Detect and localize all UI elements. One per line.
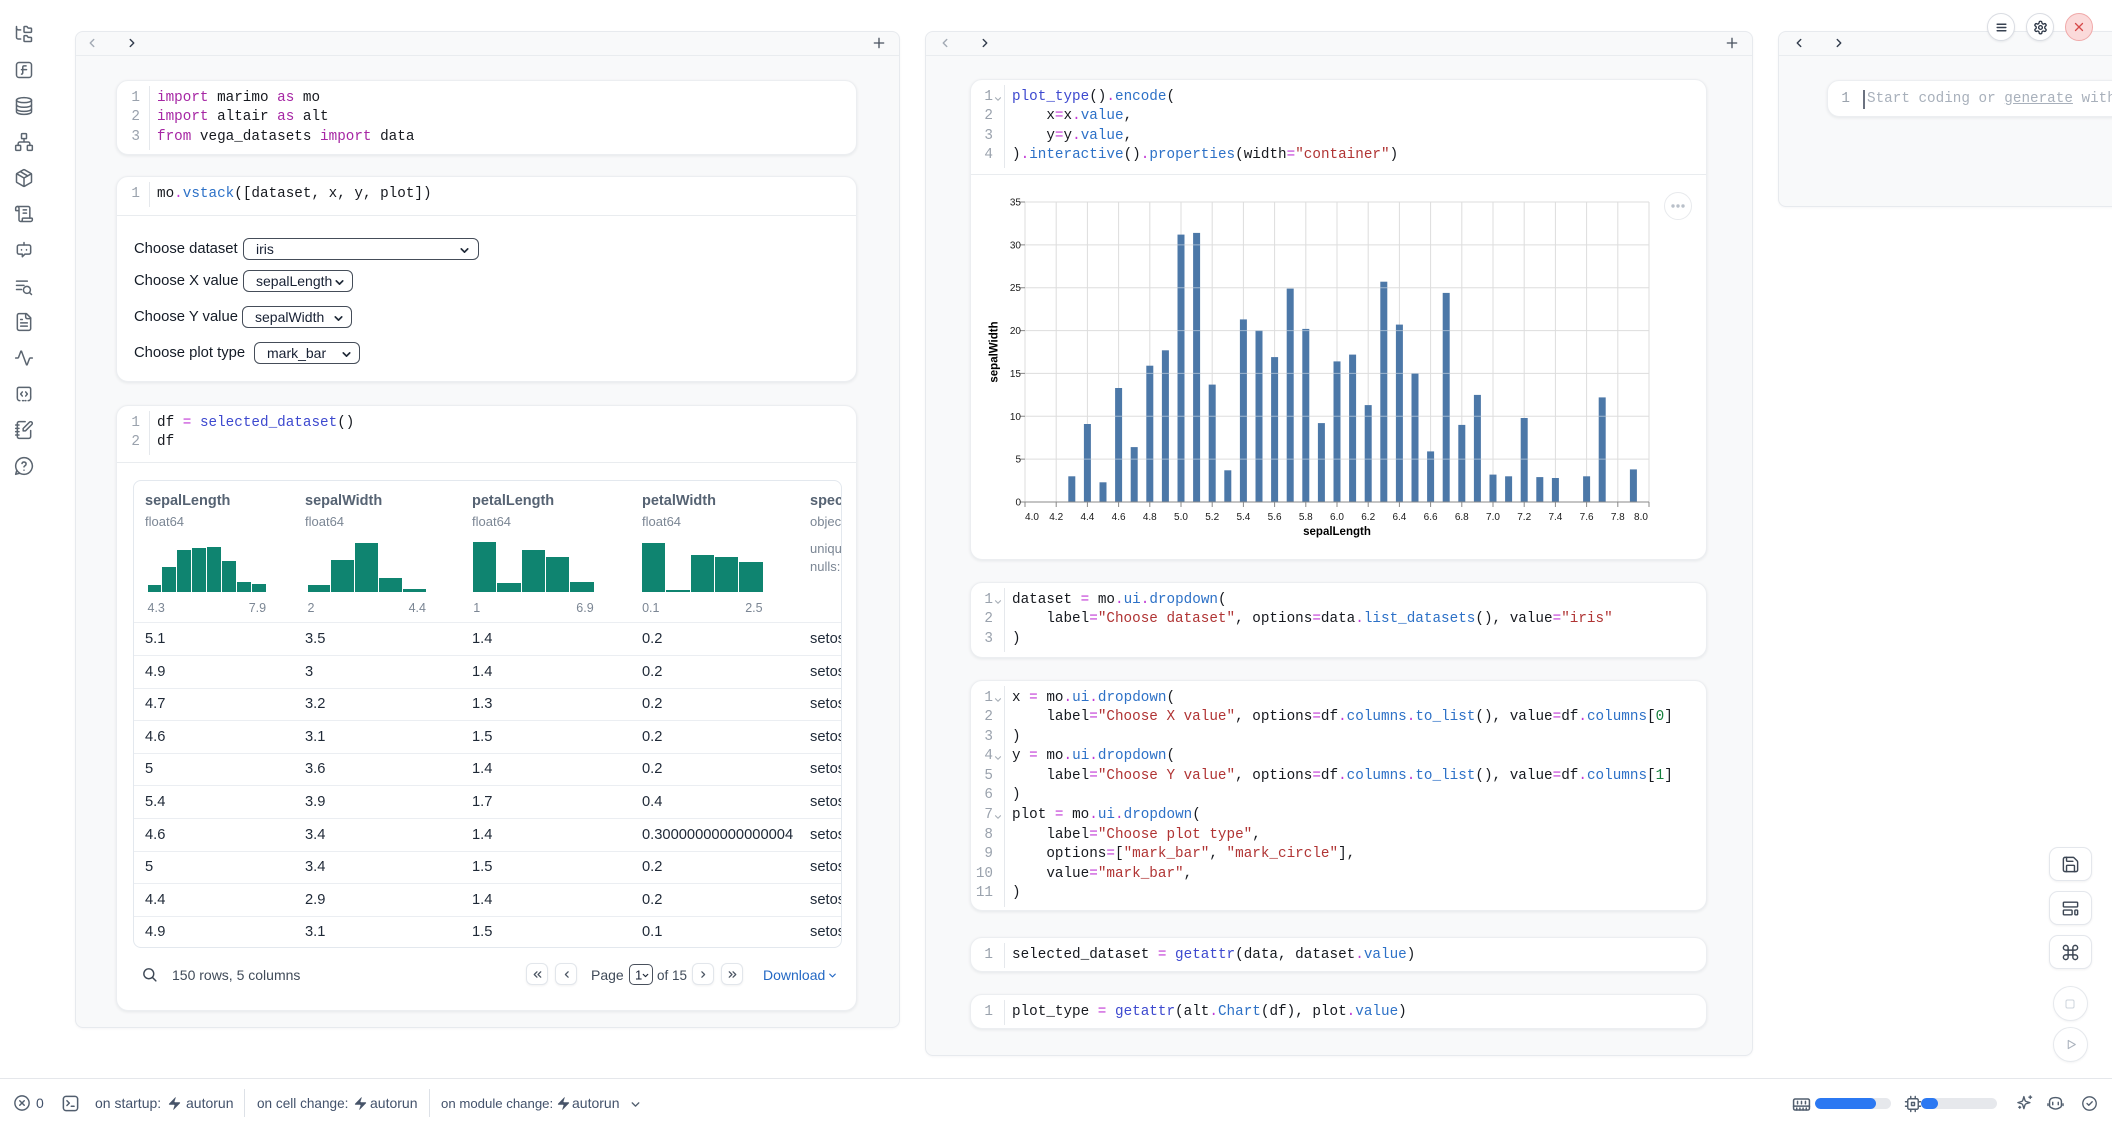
svg-text:7.2: 7.2: [1517, 512, 1531, 523]
svg-text:35: 35: [1010, 198, 1022, 209]
svg-text:15: 15: [1010, 369, 1022, 380]
svg-text:6.0: 6.0: [1330, 512, 1344, 523]
svg-text:6.8: 6.8: [1455, 512, 1469, 523]
svg-text:6.4: 6.4: [1392, 512, 1406, 523]
svg-text:4.0: 4.0: [1025, 512, 1039, 523]
svg-text:4.6: 4.6: [1112, 512, 1126, 523]
svg-text:5.0: 5.0: [1174, 512, 1188, 523]
svg-text:0: 0: [1015, 498, 1021, 509]
svg-text:4.4: 4.4: [1080, 512, 1094, 523]
svg-text:20: 20: [1010, 326, 1022, 337]
svg-text:4.2: 4.2: [1049, 512, 1063, 523]
svg-text:7.6: 7.6: [1580, 512, 1594, 523]
svg-text:sepalWidth: sepalWidth: [989, 321, 1001, 382]
svg-text:6.6: 6.6: [1424, 512, 1438, 523]
svg-text:7.4: 7.4: [1548, 512, 1562, 523]
svg-text:30: 30: [1010, 240, 1022, 251]
svg-text:10: 10: [1010, 412, 1022, 423]
svg-text:5.6: 5.6: [1268, 512, 1282, 523]
svg-text:6.2: 6.2: [1361, 512, 1375, 523]
svg-text:5.2: 5.2: [1205, 512, 1219, 523]
svg-text:5.8: 5.8: [1299, 512, 1313, 523]
svg-text:sepalLength: sepalLength: [1303, 526, 1371, 538]
svg-text:8.0: 8.0: [1634, 512, 1648, 523]
svg-text:4.8: 4.8: [1143, 512, 1157, 523]
svg-text:25: 25: [1010, 283, 1022, 294]
svg-text:7.0: 7.0: [1486, 512, 1500, 523]
svg-text:5: 5: [1015, 455, 1021, 466]
svg-text:5.4: 5.4: [1236, 512, 1250, 523]
svg-text:7.8: 7.8: [1611, 512, 1625, 523]
